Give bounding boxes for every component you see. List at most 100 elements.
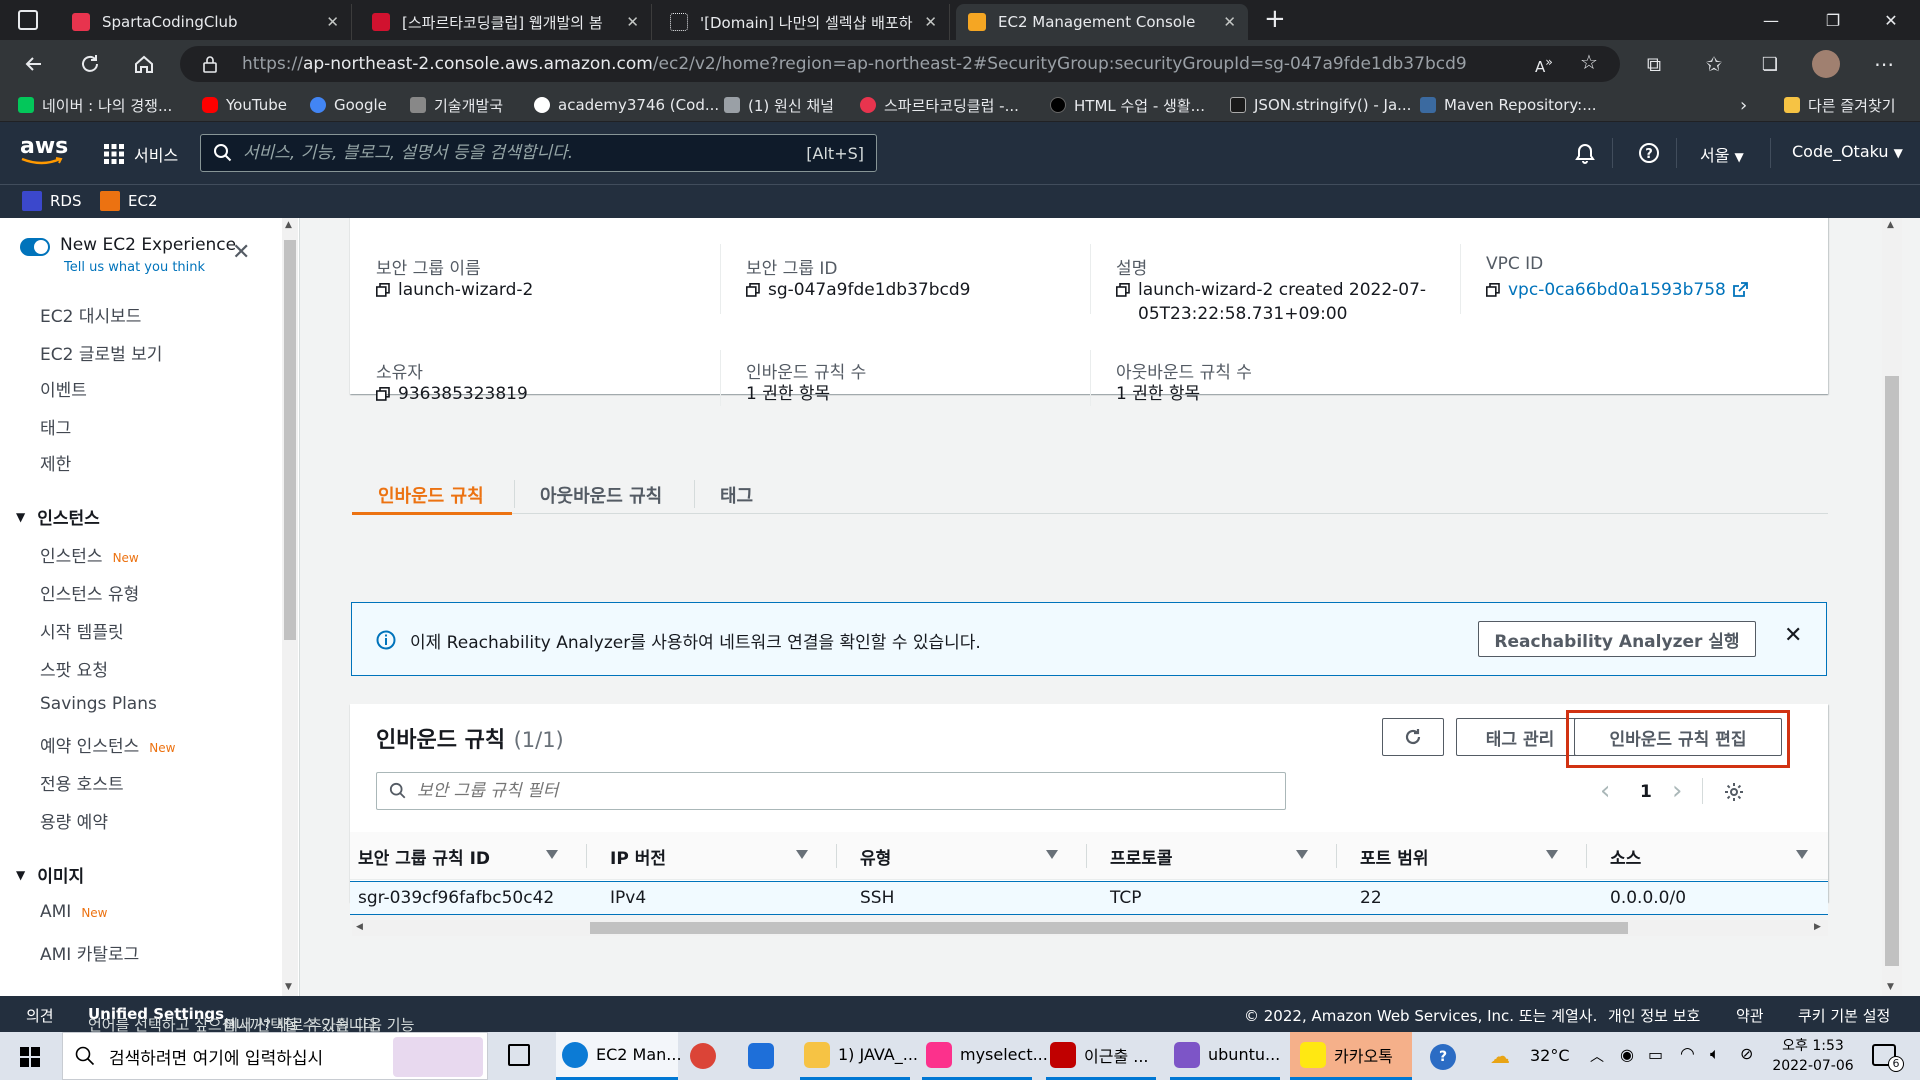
aws-search-input[interactable] <box>243 143 807 163</box>
close-icon[interactable]: ✕ <box>326 13 339 31</box>
vpc-link[interactable]: vpc-0ca66bd0a1593b758 <box>1508 278 1726 302</box>
read-aloud-icon[interactable]: A» <box>1535 54 1553 76</box>
scroll-up-icon[interactable]: ▲ <box>1887 220 1894 230</box>
address-field[interactable]: https://ap-northeast-2.console.aws.amazo… <box>180 46 1620 82</box>
sort-caret-icon[interactable] <box>1546 850 1558 859</box>
favorite-rds[interactable]: RDS <box>22 191 82 211</box>
column-header[interactable]: 소스 <box>1610 832 1641 880</box>
scroll-down-icon[interactable]: ▼ <box>1887 982 1894 992</box>
tab-inbound-rules[interactable]: 인바운드 규칙 <box>378 482 484 508</box>
sort-caret-icon[interactable] <box>796 850 808 859</box>
scroll-right-icon[interactable]: ▶ <box>1814 922 1821 932</box>
tab-outbound-rules[interactable]: 아웃바운드 규칙 <box>540 482 662 508</box>
terms-link[interactable]: 약관 <box>1736 1005 1764 1026</box>
copy-icon[interactable] <box>746 283 760 297</box>
rule-id-cell[interactable]: sgr-039cf96fafbc50c42 <box>358 888 554 908</box>
sort-caret-icon[interactable] <box>546 850 558 859</box>
sidebar-item[interactable]: EC2 글로벌 보기 <box>40 340 162 365</box>
sidebar-item[interactable]: 예약 인스턴스 New <box>40 732 175 757</box>
account-menu[interactable]: Code_Otaku ▼ <box>1792 142 1903 161</box>
extensions-icon[interactable]: ⧉ <box>1640 50 1668 78</box>
bookmark-item[interactable]: 네이버 : 나의 경쟁... <box>18 94 172 116</box>
rules-filter[interactable] <box>376 772 1286 810</box>
page-scroll-thumb[interactable] <box>1885 376 1899 966</box>
windows-start-icon[interactable] <box>20 1047 40 1067</box>
browser-tab[interactable]: '[Domain] 나만의 셀렉샵 배포하 ✕ <box>658 4 950 40</box>
sidebar-item[interactable]: 스팟 요청 <box>40 656 108 681</box>
scroll-up-icon[interactable]: ▲ <box>285 220 292 230</box>
copy-icon[interactable] <box>1116 283 1130 297</box>
task-view-icon[interactable] <box>508 1044 530 1066</box>
column-header[interactable]: 보안 그룹 규칙 ID <box>358 832 490 880</box>
browser-tab[interactable]: SpartaCodingClub ✕ <box>60 4 352 40</box>
notifications-bell-icon[interactable] <box>1574 142 1596 164</box>
sort-caret-icon[interactable] <box>1046 850 1058 859</box>
scroll-down-icon[interactable]: ▼ <box>285 982 292 992</box>
back-icon[interactable] <box>20 50 48 78</box>
horizontal-scroll-thumb[interactable] <box>590 922 1628 934</box>
taskbar-app[interactable] <box>690 1032 726 1080</box>
cookie-preferences-link[interactable]: 쿠키 기본 설정 <box>1798 1005 1890 1026</box>
more-options-icon[interactable]: ⋯ <box>1870 50 1898 78</box>
help-icon[interactable]: ? <box>1638 142 1660 164</box>
restore-icon[interactable]: ❐ <box>1810 6 1856 34</box>
bookmark-item[interactable]: JSON.stringify() - Ja... <box>1230 94 1411 116</box>
lock-icon[interactable] <box>202 55 218 73</box>
close-window-icon[interactable]: ✕ <box>1868 6 1914 34</box>
column-header[interactable]: 포트 범위 <box>1360 832 1428 880</box>
sidebar-section-images[interactable]: ▼ 이미지 <box>16 862 84 887</box>
sidebar-item[interactable]: EC2 대시보드 <box>40 302 141 327</box>
favorite-star-icon[interactable]: ☆ <box>1580 50 1598 74</box>
column-header[interactable]: 프로토콜 <box>1110 832 1173 880</box>
settings-gear-icon[interactable] <box>1724 782 1744 802</box>
pagination-next-icon[interactable]: › <box>1672 776 1682 806</box>
bookmark-item[interactable]: (1) 원신 채널 <box>724 94 834 116</box>
bookmark-item[interactable]: 기술개발국 <box>410 94 503 116</box>
collections-icon[interactable]: ❏ <box>1756 50 1784 78</box>
taskbar-app[interactable]: 이근출 ... <box>1046 1032 1156 1080</box>
refresh-icon[interactable] <box>76 50 104 78</box>
sidebar-item[interactable]: 인스턴스 유형 <box>40 580 139 605</box>
close-icon[interactable]: ✕ <box>924 13 937 31</box>
bookmark-item[interactable]: academy3746 (Cod... <box>534 94 719 116</box>
taskbar-app[interactable]: ubuntu... <box>1170 1032 1280 1080</box>
services-menu[interactable]: 서비스 <box>104 142 178 166</box>
copy-icon[interactable] <box>1486 283 1500 297</box>
clock[interactable]: 오후 1:53 2022-07-06 <box>1768 1036 1858 1076</box>
copy-icon[interactable] <box>376 283 390 297</box>
aws-search-box[interactable]: [Alt+S] <box>200 134 877 172</box>
tray-chevron-icon[interactable]: ︿ <box>1590 1046 1604 1066</box>
tab-tags[interactable]: 태그 <box>720 482 753 508</box>
privacy-link[interactable]: 개인 정보 보호 <box>1608 1005 1700 1026</box>
new-experience-toggle[interactable] <box>20 238 50 256</box>
sidebar-item[interactable]: Savings Plans <box>40 694 157 714</box>
table-row[interactable]: sgr-039cf96fafbc50c42 IPv4 SSH TCP 22 0.… <box>350 881 1828 915</box>
scroll-left-icon[interactable]: ◀ <box>356 922 363 932</box>
tray-record-icon[interactable]: ◉ <box>1620 1045 1634 1064</box>
sidebar-item[interactable]: 시작 템플릿 <box>40 618 124 643</box>
tray-device-icon[interactable]: ▭ <box>1648 1045 1663 1064</box>
new-tab-button[interactable]: + <box>1264 4 1286 34</box>
sidebar-item[interactable]: AMI 카탈로그 <box>40 940 139 965</box>
sidebar-item[interactable]: 인스턴스 New <box>40 542 139 567</box>
region-selector[interactable]: 서울 ▼ <box>1700 142 1744 166</box>
browser-tab-active[interactable]: EC2 Management Console ✕ <box>956 4 1248 40</box>
run-reachability-analyzer-button[interactable]: Reachability Analyzer 실행 <box>1478 621 1756 657</box>
sidebar-section-instances[interactable]: ▼ 인스턴스 <box>16 504 100 529</box>
tab-actions-icon[interactable] <box>18 10 38 30</box>
sidebar-item[interactable]: 이벤트 <box>40 376 87 401</box>
close-icon[interactable]: ✕ <box>1223 13 1236 31</box>
sort-caret-icon[interactable] <box>1296 850 1308 859</box>
taskbar-app[interactable]: 1) JAVA_... <box>800 1032 918 1080</box>
sidebar-item[interactable]: 태그 <box>40 414 71 439</box>
feedback-link[interactable]: Tell us what you think <box>64 260 205 275</box>
volume-icon[interactable]: 🔈︎ <box>1710 1044 1720 1064</box>
bookmark-item[interactable]: YouTube <box>202 94 287 116</box>
close-icon[interactable]: ✕ <box>1784 623 1802 648</box>
column-header[interactable]: 유형 <box>860 832 891 880</box>
close-icon[interactable]: ✕ <box>626 13 639 31</box>
favorites-icon[interactable]: ✩ <box>1700 50 1728 78</box>
taskbar-app[interactable]: EC2 Man... <box>556 1032 682 1080</box>
bookmark-item[interactable]: Google <box>310 94 387 116</box>
bookmarks-overflow-icon[interactable]: › <box>1740 94 1747 116</box>
